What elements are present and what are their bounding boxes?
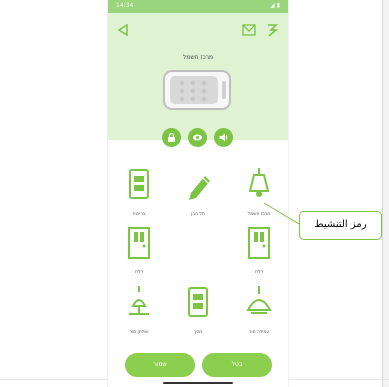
pencil-icon xyxy=(189,176,210,200)
grid-item-label: מרכז חשמל xyxy=(247,212,271,217)
wall-switch-icon xyxy=(188,287,208,317)
phone-screen: 14:34 ◢ ▮ מרכז חשמל מרכז חשמל תל הבן ברי… xyxy=(108,0,288,387)
grid-item-electric-center[interactable]: מרכז חשמל xyxy=(239,168,279,224)
grid-item-label: דלת xyxy=(255,270,263,275)
speaker-button[interactable] xyxy=(214,128,233,147)
mail-icon[interactable] xyxy=(242,24,256,36)
ceiling-lamp-icon xyxy=(248,168,270,197)
grid-item-label: מסך xyxy=(193,330,203,335)
app-logo-icon[interactable] xyxy=(266,23,278,37)
status-bar: 14:34 ◢ ▮ xyxy=(108,0,288,13)
grid-item-screen[interactable]: מסך xyxy=(178,286,218,342)
grid-item-door-left[interactable]: דלת xyxy=(119,226,159,282)
wall-switch-icon xyxy=(129,169,149,199)
callout-text: رمز التنشيط xyxy=(314,219,367,230)
eye-icon xyxy=(193,134,202,141)
app-header xyxy=(108,13,288,47)
pendant-lamp-icon xyxy=(246,286,272,314)
device-image xyxy=(163,70,231,110)
home-indicator xyxy=(163,382,233,384)
save-button[interactable]: שמור xyxy=(125,353,195,377)
device-actions xyxy=(162,128,234,150)
lock-button[interactable] xyxy=(162,128,181,147)
back-triangle-icon[interactable] xyxy=(116,23,130,37)
table-lamp-icon xyxy=(129,286,149,315)
grid-item-label: תל הבן xyxy=(191,212,205,217)
door-icon xyxy=(128,227,150,259)
device-panel: מרכז חשמל xyxy=(108,13,288,147)
page-right-scrollbar[interactable] xyxy=(382,0,389,387)
grid-item-label: בריכות xyxy=(132,212,146,217)
grid-item-tel-haben[interactable]: תל הבן xyxy=(178,168,218,224)
grid-item-standing-lamp[interactable]: עמידה סור xyxy=(239,286,279,342)
lock-icon xyxy=(168,132,175,142)
device-name: מרכז חשמל xyxy=(182,54,214,61)
speaker-icon xyxy=(219,133,228,142)
grid-item-label: שולחן סור xyxy=(129,330,149,335)
grid-item-label: עמידה סור xyxy=(248,330,270,335)
eye-button[interactable] xyxy=(188,128,207,147)
door-icon xyxy=(248,227,270,259)
status-icons: ◢ ▮ xyxy=(270,2,280,9)
activation-code-callout: رمز التنشيط xyxy=(299,211,382,240)
grid-item-pools[interactable]: בריכות xyxy=(119,168,159,224)
grid-item-door-right[interactable]: דלת xyxy=(239,226,279,282)
grid-item-table-lamp[interactable]: שולחן סור xyxy=(119,286,159,342)
cancel-button[interactable]: בטל xyxy=(202,353,272,377)
status-time: 14:34 xyxy=(116,2,134,9)
grid-item-label: דלת xyxy=(135,270,143,275)
